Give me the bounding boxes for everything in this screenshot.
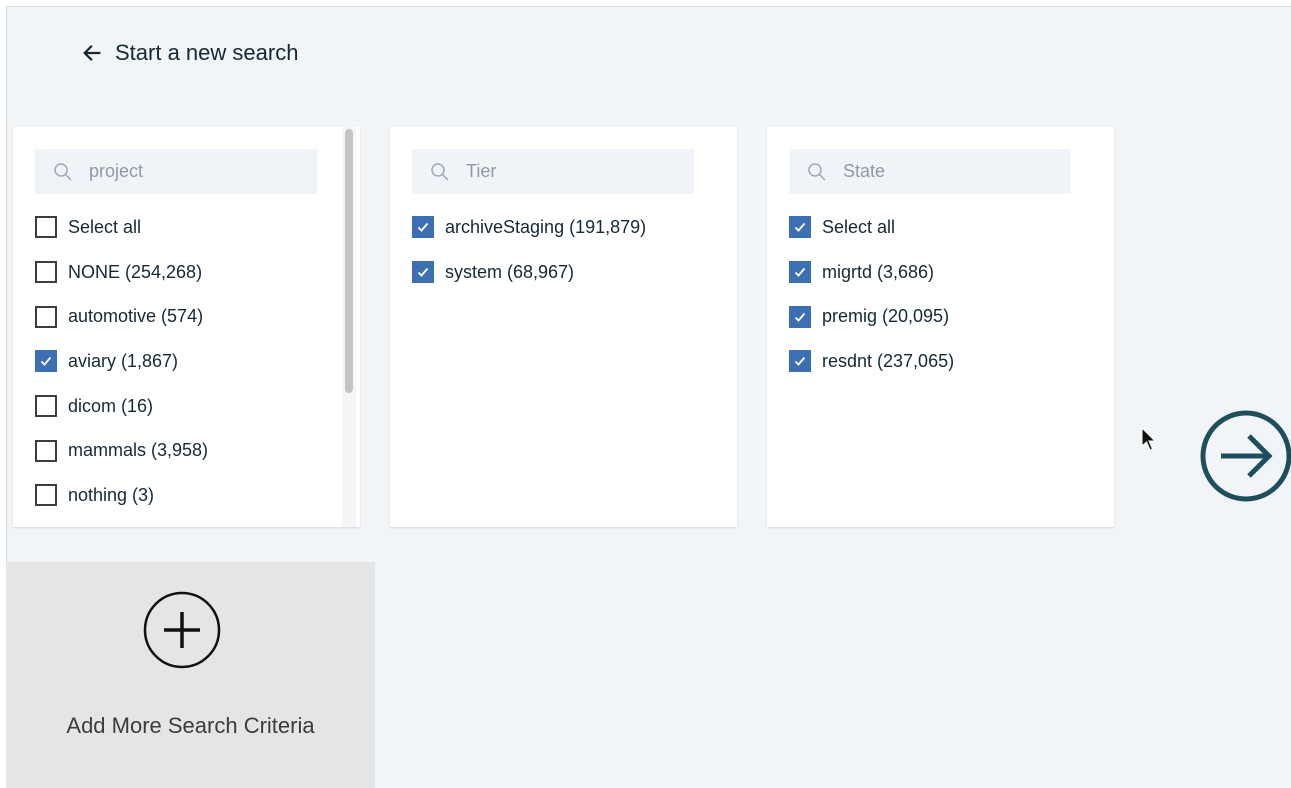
- checkbox-unchecked[interactable]: [35, 261, 57, 284]
- arrow-left-icon: [83, 45, 101, 61]
- checkbox-option[interactable]: migrtd (3,686): [789, 250, 1094, 295]
- add-more-criteria-button[interactable]: Add More Search Criteria: [6, 562, 375, 788]
- search-icon: [808, 162, 826, 181]
- add-more-criteria-label: Add More Search Criteria: [66, 713, 315, 738]
- checkbox-option[interactable]: nothing (3): [35, 473, 340, 518]
- project-options-list: Select all NONE (254,268) automotive (574)…: [35, 205, 340, 518]
- checkbox-option[interactable]: resdnt (237,065): [789, 339, 1094, 384]
- checkbox-checked[interactable]: [35, 350, 57, 373]
- checkbox-checked[interactable]: [412, 216, 434, 239]
- filter-panel-state: Select all migrtd (3,686) premig (20,095) r…: [767, 127, 1114, 527]
- checkbox-option[interactable]: archiveStaging (191,879): [412, 205, 717, 250]
- checkbox-unchecked[interactable]: [35, 305, 57, 328]
- checkbox-unchecked[interactable]: [35, 484, 57, 507]
- search-icon: [431, 162, 449, 181]
- checkbox-option[interactable]: premig (20,095): [789, 294, 1094, 339]
- state-options-list: Select all migrtd (3,686) premig (20,095) r…: [789, 205, 1094, 384]
- checkbox-unchecked[interactable]: [35, 439, 57, 462]
- checkbox-checked[interactable]: [412, 261, 434, 284]
- checkbox-label: aviary (1,867): [68, 350, 179, 371]
- checkbox-label: dicom (16): [68, 395, 154, 416]
- project-search-field[interactable]: [35, 149, 317, 194]
- checkbox-label: premig (20,095): [822, 306, 950, 327]
- checkmark-icon: [417, 267, 429, 277]
- checkbox-option[interactable]: automotive (574): [35, 294, 340, 339]
- checkmark-icon: [794, 223, 806, 233]
- checkbox-checked[interactable]: [789, 350, 811, 373]
- checkbox-label: Select all: [822, 216, 896, 237]
- checkbox-label: system (68,967): [445, 261, 575, 282]
- plus-circle-icon: [143, 591, 221, 669]
- checkmark-icon: [417, 223, 429, 233]
- checkbox-label: nothing (3): [68, 484, 155, 505]
- checkbox-label: NONE (254,268): [68, 261, 203, 282]
- checkbox-label: archiveStaging (191,879): [445, 216, 647, 237]
- tier-search-input[interactable]: [466, 161, 666, 182]
- checkmark-icon: [794, 312, 806, 322]
- checkbox-label: migrtd (3,686): [822, 261, 935, 282]
- checkbox-unchecked[interactable]: [35, 216, 57, 239]
- checkbox-option[interactable]: Select all: [789, 205, 1094, 250]
- search-icon: [54, 162, 72, 181]
- checkbox-checked[interactable]: [789, 216, 811, 239]
- checkmark-icon: [794, 267, 806, 277]
- checkmark-icon: [794, 357, 806, 367]
- tier-options-list: archiveStaging (191,879) system (68,967): [412, 205, 717, 294]
- start-new-search-label: Start a new search: [115, 40, 299, 65]
- checkbox-label: automotive (574): [68, 306, 204, 327]
- start-new-search-link[interactable]: Start a new search: [81, 40, 298, 66]
- checkbox-option[interactable]: system (68,967): [412, 250, 717, 295]
- checkbox-label: Select all: [68, 216, 142, 237]
- checkbox-label: resdnt (237,065): [822, 350, 955, 371]
- checkbox-label: mammals (3,958): [68, 440, 209, 461]
- checkbox-option[interactable]: NONE (254,268): [35, 250, 340, 295]
- checkbox-option[interactable]: aviary (1,867): [35, 339, 340, 384]
- state-search-field[interactable]: [789, 149, 1071, 194]
- filter-panel-project: Select all NONE (254,268) automotive (574)…: [13, 127, 360, 527]
- checkbox-checked[interactable]: [789, 305, 811, 328]
- checkbox-option[interactable]: mammals (3,958): [35, 428, 340, 473]
- arrow-right-circle-icon[interactable]: [1199, 409, 1291, 503]
- project-list-scrollbar[interactable]: [342, 127, 356, 527]
- tier-search-field[interactable]: [412, 149, 694, 194]
- checkmark-icon: [40, 357, 52, 367]
- checkbox-option[interactable]: dicom (16): [35, 384, 340, 429]
- project-search-input[interactable]: [89, 161, 289, 182]
- mouse-cursor-icon: [1141, 427, 1157, 451]
- checkbox-option[interactable]: Select all: [35, 205, 340, 250]
- checkbox-checked[interactable]: [789, 261, 811, 284]
- filter-panel-tier: archiveStaging (191,879) system (68,967): [390, 127, 737, 527]
- scrollbar-thumb[interactable]: [345, 129, 353, 393]
- checkbox-unchecked[interactable]: [35, 395, 57, 418]
- state-search-input[interactable]: [843, 161, 1043, 182]
